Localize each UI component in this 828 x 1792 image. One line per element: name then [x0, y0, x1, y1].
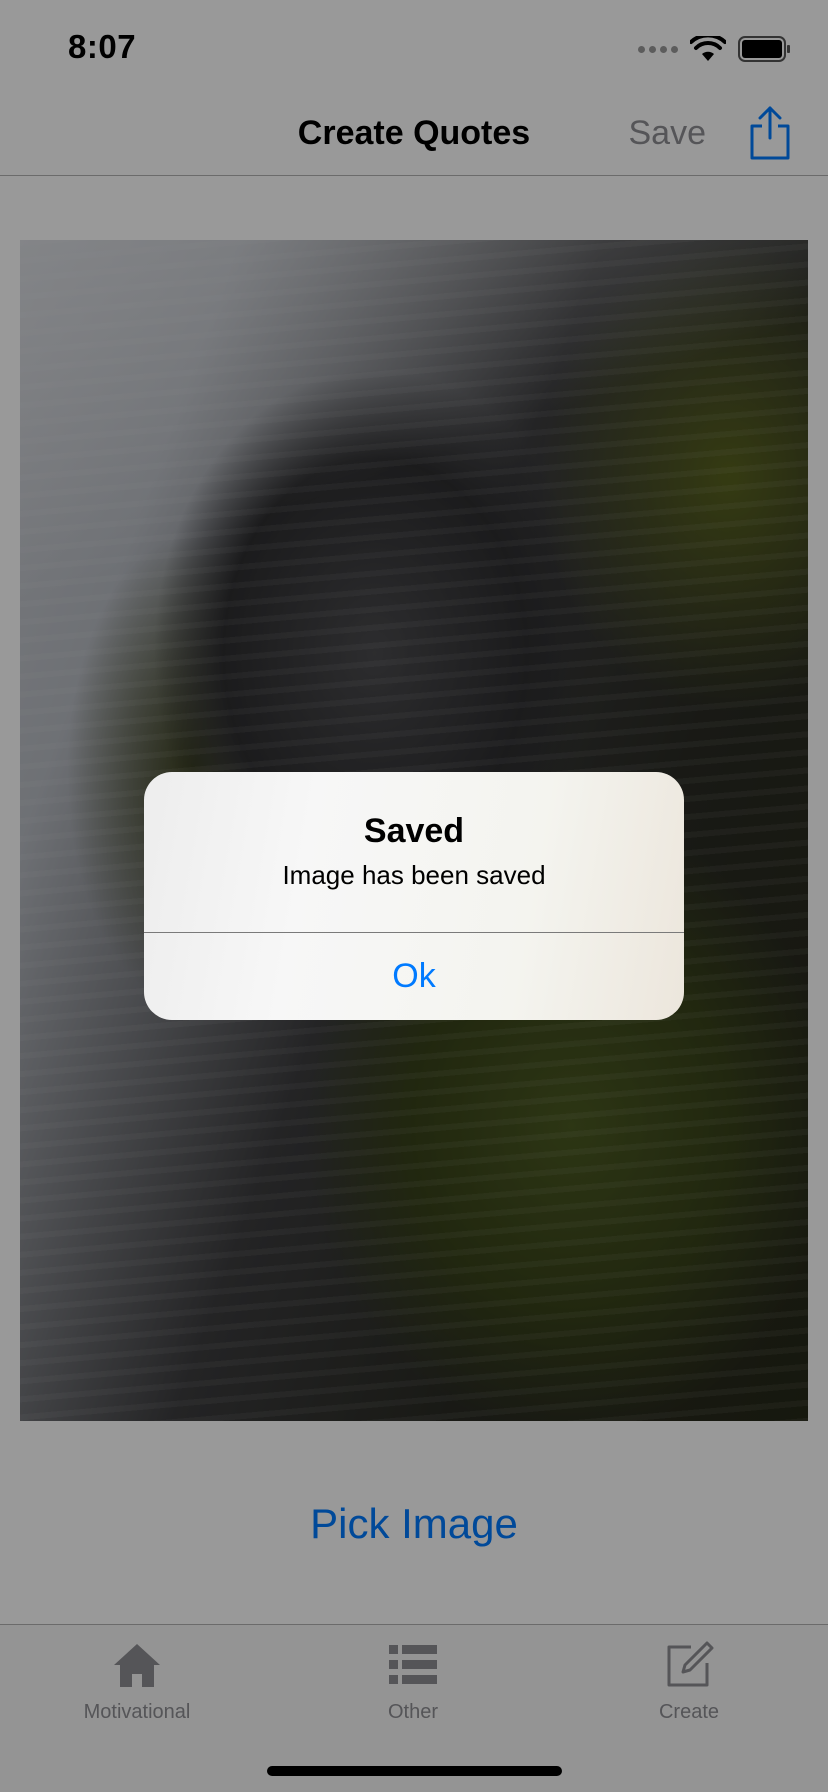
alert-title: Saved — [363, 812, 465, 850]
alert-message: Image has been saved — [282, 860, 546, 890]
ok-button[interactable]: Ok — [144, 933, 684, 1020]
saved-alert-dialog: Saved Image has been saved Ok — [144, 772, 684, 1020]
home-indicator — [267, 1766, 562, 1776]
